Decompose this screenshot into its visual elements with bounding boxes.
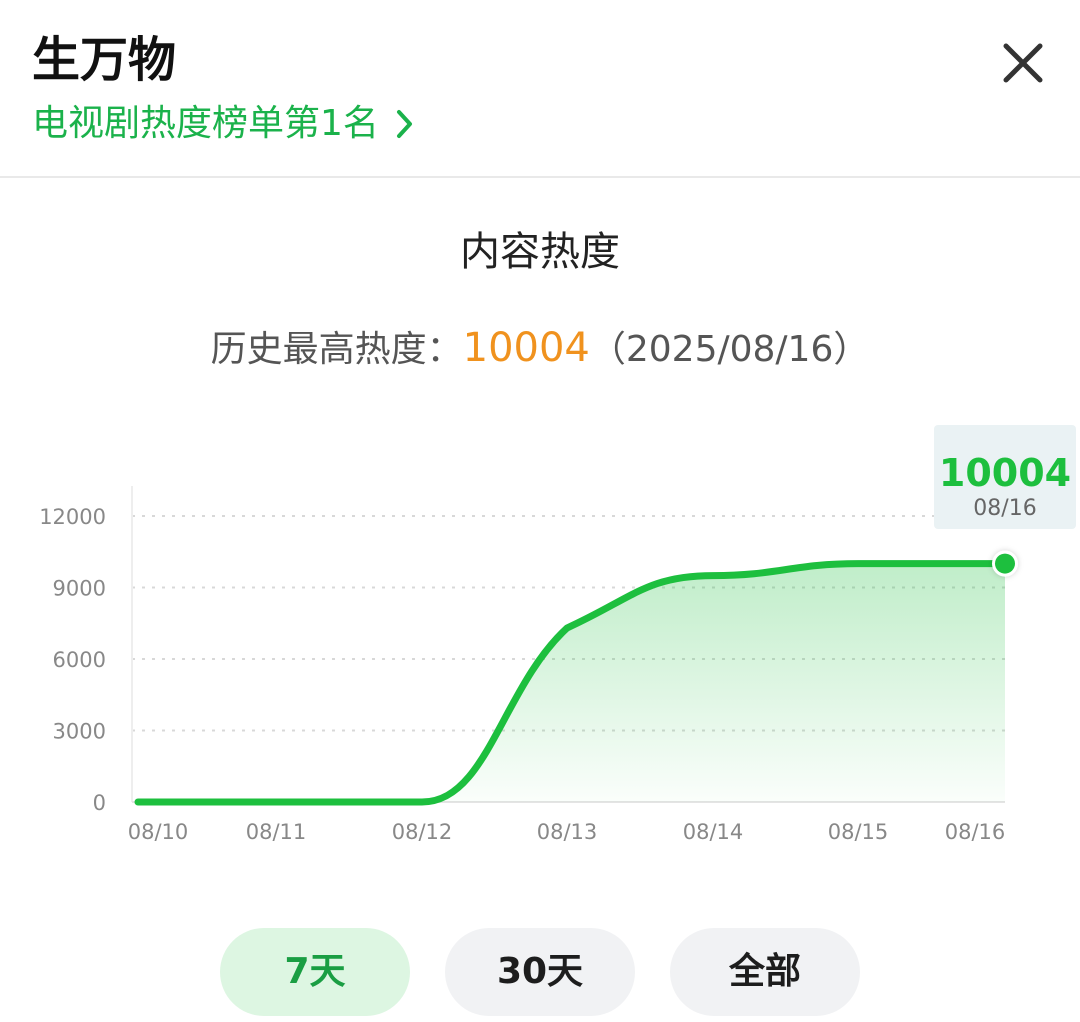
- y-tick-label: 9000: [53, 577, 106, 601]
- series-area: [138, 563, 1005, 802]
- x-tick-label: 08/11: [246, 820, 307, 844]
- heat-chart[interactable]: 0 3000 6000 9000 12000 08/10 08/11 08/12 08/13 08…: [0, 410, 1080, 860]
- section-title: 内容热度: [460, 229, 620, 275]
- x-tick-label: 08/14: [683, 820, 744, 844]
- data-point[interactable]: [154, 798, 162, 806]
- peak-date: （2025/08/16）: [589, 329, 870, 370]
- data-point[interactable]: [563, 624, 571, 632]
- panel-header: 生万物 电视剧热度榜单第1名: [0, 0, 1080, 178]
- x-tick-label: 08/15: [828, 820, 889, 844]
- tab-30-days[interactable]: 30天: [445, 928, 635, 1016]
- tab-7-days[interactable]: 7天: [220, 928, 410, 1016]
- data-point[interactable]: [709, 572, 717, 580]
- close-icon[interactable]: [998, 38, 1048, 88]
- peak-heat-row: 历史最高热度：10004（2025/08/16）: [0, 320, 1080, 378]
- tooltip-value: 10004: [939, 451, 1071, 495]
- y-tick-label: 6000: [53, 648, 106, 672]
- header-divider: [0, 176, 1080, 178]
- data-point[interactable]: [854, 560, 862, 568]
- show-title: 生万物: [32, 32, 177, 88]
- heat-panel: 生万物 电视剧热度榜单第1名 内容热度 历史最高热度：10004（2025/08…: [0, 0, 1080, 1022]
- peak-value: 10004: [462, 325, 590, 371]
- y-tick-label: 3000: [53, 720, 106, 744]
- y-tick-label: 0: [93, 791, 106, 815]
- y-tick-label: 12000: [39, 505, 106, 529]
- range-tabs: 7天 30天 全部: [0, 928, 1080, 1018]
- peak-label: 历史最高热度：: [210, 329, 463, 370]
- rank-link-label: 电视剧热度榜单第1名: [32, 103, 379, 144]
- data-point[interactable]: [418, 798, 426, 806]
- rank-link[interactable]: 电视剧热度榜单第1名: [32, 100, 415, 148]
- data-point[interactable]: [272, 798, 280, 806]
- x-tick-label: 08/16: [945, 820, 1006, 844]
- x-tick-label: 08/10: [128, 820, 189, 844]
- tooltip-date: 08/16: [973, 496, 1036, 521]
- x-tick-label: 08/12: [392, 820, 453, 844]
- x-tick-label: 08/13: [537, 820, 598, 844]
- highlight-point[interactable]: [995, 553, 1015, 574]
- tab-all[interactable]: 全部: [670, 928, 860, 1016]
- chevron-right-icon: [396, 110, 412, 138]
